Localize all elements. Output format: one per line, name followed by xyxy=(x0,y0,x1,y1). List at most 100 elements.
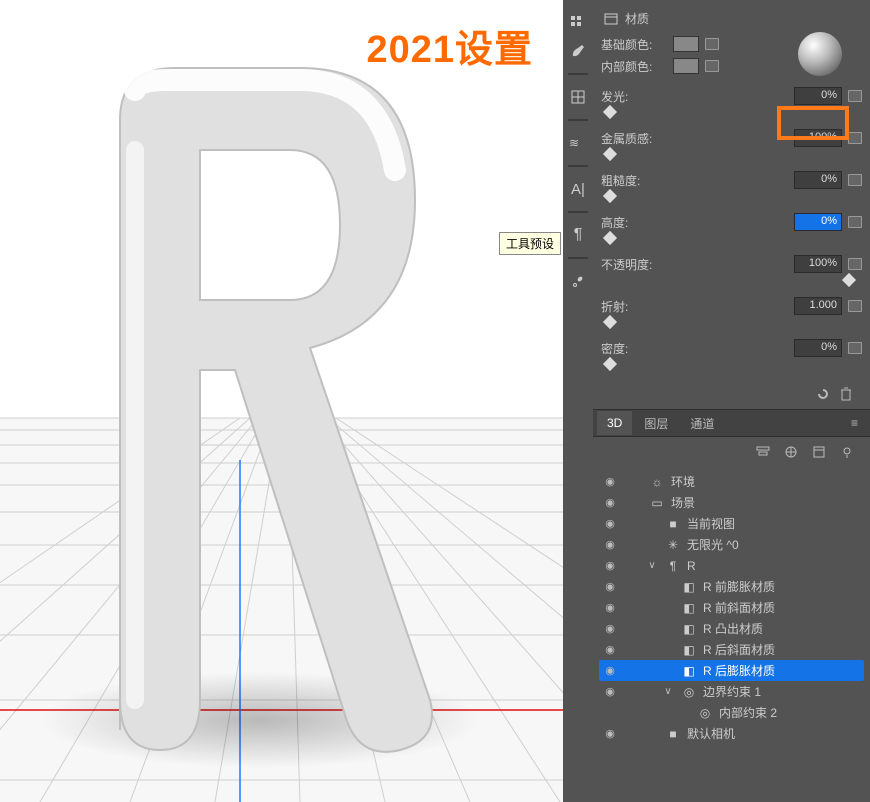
folder-icon[interactable] xyxy=(705,38,719,50)
metallic-slider[interactable] xyxy=(601,149,862,163)
tree-row[interactable]: ◉◧R 前斜面材质 xyxy=(599,597,864,618)
divider xyxy=(568,257,588,259)
visibility-icon[interactable]: ◉ xyxy=(603,559,617,572)
divider xyxy=(568,211,588,213)
divider xyxy=(568,165,588,167)
viewport-3d[interactable]: 2021设置 xyxy=(0,0,563,802)
node-icon: ✳ xyxy=(665,538,681,552)
material-header: 材质 xyxy=(625,10,649,27)
tree-row[interactable]: ◉▭场景 xyxy=(599,492,864,513)
tree-row[interactable]: ◉ ☼ 环境 xyxy=(599,471,864,492)
height-label: 高度: xyxy=(601,214,667,231)
refraction-label: 折射: xyxy=(601,298,667,315)
folder-icon[interactable] xyxy=(848,174,862,186)
folder-icon[interactable] xyxy=(705,60,719,72)
glow-slider[interactable] xyxy=(601,107,862,121)
visibility-icon[interactable]: ◉ xyxy=(603,622,617,635)
folder-icon[interactable] xyxy=(848,258,862,270)
opacity-value[interactable]: 100% xyxy=(794,255,842,273)
node-label: 默认相机 xyxy=(687,725,735,742)
refraction-value[interactable]: 1.000 xyxy=(794,297,842,315)
tree-row[interactable]: ◉◧R 凸出材质 xyxy=(599,618,864,639)
tree-row[interactable]: ◉ ◧ R 后斜面材质 xyxy=(599,639,864,660)
trash-icon[interactable] xyxy=(840,387,852,401)
node-label: R 后膨胀材质 xyxy=(703,662,775,679)
opacity-slider[interactable] xyxy=(601,275,862,289)
brush-icon[interactable] xyxy=(567,40,589,62)
visibility-icon[interactable]: ◉ xyxy=(603,601,617,614)
wrench-icon[interactable] xyxy=(567,270,589,292)
tree-row[interactable]: ◉ ✳ 无限光 ^0 xyxy=(599,534,864,555)
node-icon: ☼ xyxy=(649,475,665,489)
material-list-icon[interactable] xyxy=(812,445,826,459)
material-panel: 材质 基础颜色: 内部颜色: 发光:0%金属质感:100%粗糙度:0%高度:0%… xyxy=(593,0,870,409)
tree-row[interactable]: ◉◧R 前膨胀材质 xyxy=(599,576,864,597)
text3d-icon[interactable]: ≋ xyxy=(567,132,589,154)
opacity-label: 不透明度: xyxy=(601,256,667,273)
reset-icon[interactable] xyxy=(816,387,830,401)
tree-row[interactable]: ◉∨¶R xyxy=(599,555,864,576)
scene-tree[interactable]: ◉☼环境◉▭场景◉■当前视图◉✳无限光 ^0◉∨¶R◉◧R 前膨胀材质◉◧R 前… xyxy=(593,467,870,752)
density-value[interactable]: 0% xyxy=(794,339,842,357)
node-label: 边界约束 1 xyxy=(703,683,761,700)
height-slider[interactable] xyxy=(601,233,862,247)
node-label: 内部约束 2 xyxy=(719,704,777,721)
roughness-label: 粗糙度: xyxy=(601,172,667,189)
tree-row[interactable]: ◉ ■ 默认相机 xyxy=(599,723,864,744)
inner-color-swatch[interactable] xyxy=(673,58,699,74)
visibility-icon[interactable]: ◉ xyxy=(603,685,617,698)
tree-row[interactable]: ◎内部约束 2 xyxy=(599,702,864,723)
node-label: 环境 xyxy=(671,473,695,490)
mesh-icon[interactable] xyxy=(784,445,798,459)
roughness-slider[interactable] xyxy=(601,191,862,205)
folder-icon[interactable] xyxy=(848,216,862,228)
visibility-icon[interactable]: ◉ xyxy=(603,517,617,530)
folder-icon[interactable] xyxy=(848,132,862,144)
presets-icon[interactable] xyxy=(567,10,589,32)
paragraph-icon[interactable]: ¶ xyxy=(567,224,589,246)
folder-icon[interactable] xyxy=(848,300,862,312)
disclosure-icon[interactable]: ∨ xyxy=(661,686,675,697)
tool-strip: ≋ A| ¶ 工具预设 xyxy=(563,0,593,802)
visibility-icon[interactable]: ◉ xyxy=(603,664,617,677)
node-label: R xyxy=(687,559,696,573)
tab-channels[interactable]: 通道 xyxy=(680,410,724,437)
base-color-swatch[interactable] xyxy=(673,36,699,52)
node-label: 无限光 ^0 xyxy=(687,536,739,553)
folder-icon[interactable] xyxy=(848,90,862,102)
height-value[interactable]: 0% xyxy=(794,213,842,231)
tree-row[interactable]: ◉■当前视图 xyxy=(599,513,864,534)
density-label: 密度: xyxy=(601,340,667,357)
tree-row[interactable]: ◉◧R 后膨胀材质 xyxy=(599,660,864,681)
roughness-value[interactable]: 0% xyxy=(794,171,842,189)
tab-layers[interactable]: 图层 xyxy=(634,410,678,437)
visibility-icon[interactable]: ◉ xyxy=(603,580,617,593)
visibility-icon[interactable]: ◉ xyxy=(603,727,617,740)
visibility-icon[interactable]: ◉ xyxy=(603,538,617,551)
node-icon: ◧ xyxy=(681,643,697,657)
glow-value[interactable]: 0% xyxy=(794,87,842,105)
visibility-icon[interactable]: ◉ xyxy=(603,496,617,509)
row-glow: 发光: 0% xyxy=(601,85,862,107)
filter-icon[interactable] xyxy=(756,445,770,459)
visibility-icon[interactable]: ◉ xyxy=(603,475,617,488)
visibility-icon[interactable]: ◉ xyxy=(603,643,617,656)
node-label: 场景 xyxy=(671,494,695,511)
density-slider[interactable] xyxy=(601,359,862,373)
grid-icon[interactable] xyxy=(567,86,589,108)
row-refraction: 折射: 1.000 xyxy=(601,295,862,317)
svg-text:≋: ≋ xyxy=(569,136,579,150)
node-icon: ■ xyxy=(665,727,681,741)
panel-menu-icon[interactable]: ≡ xyxy=(843,412,866,434)
type-a-icon[interactable]: A| xyxy=(567,178,589,200)
refraction-slider[interactable] xyxy=(601,317,862,331)
tree-row[interactable]: ◉∨◎边界约束 1 xyxy=(599,681,864,702)
node-label: R 后斜面材质 xyxy=(703,641,775,658)
folder-icon[interactable] xyxy=(848,342,862,354)
tab-3d[interactable]: 3D xyxy=(597,411,632,435)
light-icon[interactable] xyxy=(840,445,854,459)
metallic-value[interactable]: 100% xyxy=(794,129,842,147)
divider xyxy=(568,119,588,121)
glow-label: 发光: xyxy=(601,88,667,105)
disclosure-icon[interactable]: ∨ xyxy=(645,560,659,571)
